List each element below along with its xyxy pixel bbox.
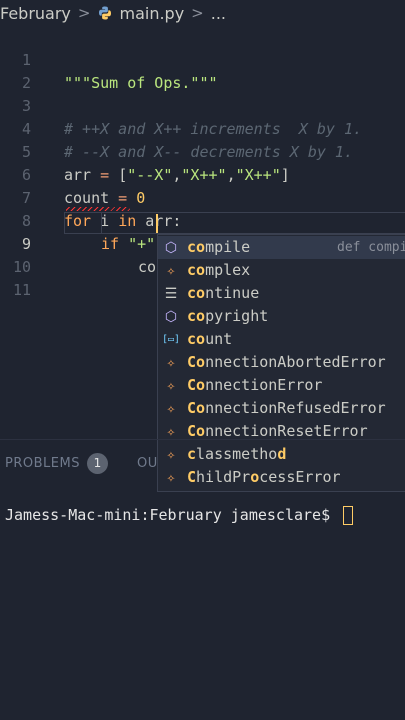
suggestion-label: ConnectionError	[187, 376, 323, 394]
suggestion-label: ConnectionAbortedError	[187, 353, 386, 371]
keyword-icon: ☰	[164, 286, 178, 302]
breadcrumb-folder[interactable]: February	[0, 4, 71, 23]
class-icon: ✧	[166, 401, 176, 417]
code-line: 4 # --X and X-- decrements X by 1.	[0, 95, 405, 161]
suggestion-item[interactable]: ✧ ConnectionRefusedError	[158, 397, 405, 420]
suggestion-label: ConnectionRefusedError	[187, 399, 386, 417]
code-line: 1 """Sum of Ops."""	[0, 26, 405, 92]
code-line: 5 arr = ["--X","X++","X++"]	[0, 118, 405, 184]
text-cursor	[156, 214, 158, 233]
code-line: 8 if "+" in i:	[0, 187, 405, 253]
breadcrumb-file[interactable]: main.py	[119, 4, 184, 23]
variable-icon: [▭]	[162, 334, 181, 345]
breadcrumb-more[interactable]: ...	[211, 4, 226, 23]
suggestion-detail: def compi	[337, 240, 405, 255]
suggestion-label: compile	[187, 238, 251, 256]
suggestion-item[interactable]: ✧ ConnectionError	[158, 374, 405, 397]
code-line: 2	[0, 49, 405, 92]
line-number: 11	[12, 281, 31, 299]
cube-icon: ⬡	[164, 309, 178, 325]
current-line-highlight	[64, 212, 405, 234]
suggestion-item[interactable]: ✧ ConnectionAbortedError	[158, 351, 405, 374]
suggestion-item[interactable]: ✧ complex	[158, 259, 405, 282]
tab-problems[interactable]: PROBLEMS	[5, 456, 80, 471]
code-line: 6 count = 0	[0, 141, 405, 207]
chevron-right-icon: >	[191, 4, 204, 22]
breadcrumb: February > main.py > ...	[0, 0, 405, 26]
python-file-icon	[97, 5, 113, 21]
cube-icon: ⬡	[164, 240, 178, 256]
terminal-cursor	[343, 506, 354, 525]
suggestion-item[interactable]: ☰ continue	[158, 282, 405, 305]
code-line: 7 for i in arr:	[0, 164, 405, 230]
class-icon: ✧	[166, 378, 176, 394]
class-icon: ✧	[166, 355, 176, 371]
suggestion-label: count	[187, 330, 233, 348]
code-line: 3 # ++X and X++ increments X by 1.	[0, 72, 405, 138]
terminal[interactable]: Jamess-Mac-mini:February jamesclare$	[5, 506, 354, 525]
indent-guide	[101, 212, 102, 234]
suggestion-item[interactable]: [▭] count	[158, 328, 405, 351]
suggestion-label: copyright	[187, 307, 269, 325]
problems-count-badge: 1	[87, 453, 108, 474]
class-icon: ✧	[166, 263, 176, 279]
suggestion-label: complex	[187, 261, 251, 279]
suggestion-label: continue	[187, 284, 260, 302]
suggestion-item[interactable]: ⬡ copyright	[158, 305, 405, 328]
error-squiggle	[66, 207, 130, 211]
chevron-right-icon: >	[77, 4, 91, 22]
panel-tabs: PROBLEMS 1 OU	[0, 440, 405, 486]
tab-output[interactable]: OU	[137, 456, 158, 471]
terminal-prompt: Jamess-Mac-mini:February jamesclare$	[5, 506, 340, 524]
suggestion-item[interactable]: ⬡ compile def compi	[158, 236, 405, 259]
